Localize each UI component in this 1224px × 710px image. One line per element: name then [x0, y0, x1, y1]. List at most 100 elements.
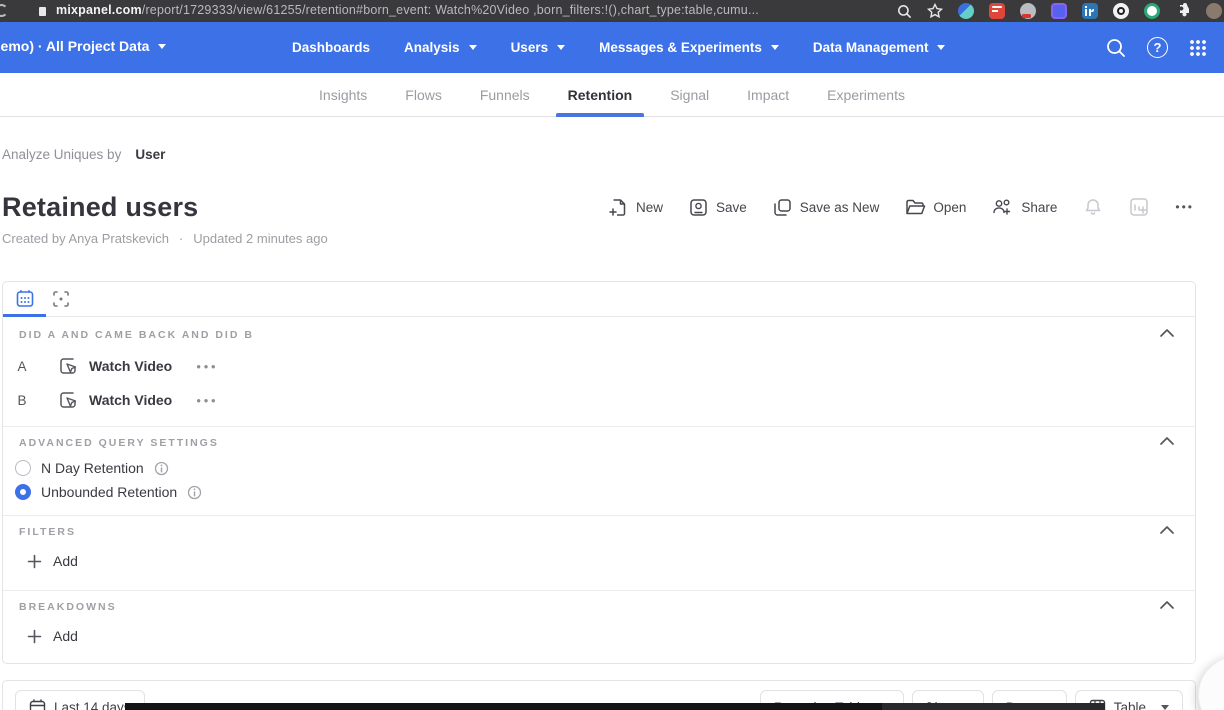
more-options-icon[interactable]: •••	[1175, 200, 1194, 214]
step-label: B	[15, 393, 29, 408]
chevron-down-icon	[771, 45, 779, 50]
info-icon[interactable]	[154, 461, 169, 476]
event-selector[interactable]: Watch Video	[57, 355, 172, 377]
query-builder-card: DID A AND CAME BACK AND DID B A Watch Vi…	[2, 281, 1196, 664]
new-button[interactable]: New	[609, 198, 663, 217]
nav-items: Dashboards Analysis Users Messages & Exp…	[292, 22, 945, 73]
extension-icon-1[interactable]	[958, 3, 974, 19]
save-button[interactable]: Save	[689, 198, 747, 217]
chevron-down-icon	[937, 45, 945, 50]
linkedin-icon[interactable]	[1082, 3, 1098, 19]
url-path: /report/1729333/view/61255/retention#bor…	[142, 3, 759, 17]
nav-right-icons: ?	[1105, 22, 1208, 73]
did-section-title: DID A AND CAME BACK AND DID B	[19, 329, 254, 341]
search-icon[interactable]	[897, 4, 912, 19]
chevron-down-icon	[1161, 705, 1169, 710]
event-options-icon[interactable]: ●●●	[196, 362, 218, 371]
collapse-section-icon[interactable]	[1159, 600, 1175, 610]
event-name: Watch Video	[89, 358, 172, 374]
nav-item-messages-experiments[interactable]: Messages & Experiments	[599, 40, 779, 55]
event-icon	[57, 355, 79, 377]
save-icon	[689, 198, 708, 217]
meta-separator: ·	[179, 231, 183, 246]
section-divider	[3, 426, 1195, 427]
step-row-b: B Watch Video ●●●	[15, 386, 218, 414]
new-report-icon	[609, 198, 628, 217]
extension-icon-6[interactable]	[1144, 3, 1160, 19]
builder-view-tabs	[3, 282, 1195, 317]
tab-retention[interactable]: Retention	[556, 73, 645, 117]
step-label: A	[15, 359, 29, 374]
tab-experiments[interactable]: Experiments	[815, 73, 917, 117]
chat-launcher-button[interactable]	[1198, 656, 1224, 710]
project-switcher[interactable]: demo) · All Project Data	[0, 38, 166, 54]
event-icon	[57, 389, 79, 411]
address-bar[interactable]: mixpanel.com/report/1729333/view/61255/r…	[56, 3, 759, 17]
info-icon[interactable]	[187, 485, 202, 500]
nav-item-analysis[interactable]: Analysis	[404, 40, 477, 55]
mixpanel-retention-page: mixpanel.com/report/1729333/view/61255/r…	[0, 0, 1224, 710]
add-to-board-icon[interactable]	[1129, 197, 1149, 217]
collapse-section-icon[interactable]	[1159, 525, 1175, 535]
section-divider	[3, 515, 1195, 516]
nav-item-data-management[interactable]: Data Management	[813, 40, 946, 55]
share-users-icon	[992, 198, 1013, 217]
event-selector[interactable]: Watch Video	[57, 389, 172, 411]
query-builder-tab-icon[interactable]	[15, 289, 35, 309]
plus-icon	[27, 629, 42, 644]
extension-icon-3[interactable]	[1020, 3, 1036, 19]
copy-icon	[773, 198, 792, 217]
analyze-label: Analyze Uniques by	[2, 147, 121, 162]
n-day-retention-option[interactable]: N Day Retention	[15, 460, 169, 476]
tab-funnels[interactable]: Funnels	[468, 73, 542, 117]
active-tab-underline	[3, 314, 46, 317]
puzzle-extensions-icon[interactable]	[1175, 3, 1191, 19]
unbounded-retention-option[interactable]: Unbounded Retention	[15, 484, 202, 500]
bottom-overlay-bar	[125, 703, 882, 710]
browser-toolbar-icons	[897, 2, 1222, 20]
open-button[interactable]: Open	[905, 198, 966, 217]
created-by: Created by Anya Pratskevich	[2, 231, 169, 246]
add-filter-button[interactable]: Add	[27, 553, 78, 569]
plus-icon	[27, 554, 42, 569]
browser-chrome-bar: mixpanel.com/report/1729333/view/61255/r…	[0, 0, 1224, 22]
site-info-icon[interactable]	[39, 7, 46, 16]
event-options-icon[interactable]: ●●●	[196, 396, 218, 405]
calendar-icon	[29, 699, 46, 710]
extension-icon-5[interactable]	[1113, 3, 1129, 19]
share-button[interactable]: Share	[992, 198, 1057, 217]
extension-icon-4[interactable]	[1051, 3, 1067, 19]
collapse-section-icon[interactable]	[1159, 328, 1175, 338]
bookmark-star-icon[interactable]	[927, 3, 943, 19]
apps-grid-icon[interactable]	[1188, 38, 1208, 58]
nav-item-dashboards[interactable]: Dashboards	[292, 40, 370, 55]
url-domain: mixpanel.com	[56, 3, 142, 17]
report-meta: Created by Anya Pratskevich · Updated 2 …	[2, 231, 328, 246]
section-divider	[3, 590, 1195, 591]
step-row-a: A Watch Video ●●●	[15, 352, 218, 380]
search-icon[interactable]	[1105, 37, 1127, 59]
focus-view-tab-icon[interactable]	[51, 289, 71, 309]
save-as-new-button[interactable]: Save as New	[773, 198, 880, 217]
analyze-entity-selector[interactable]: User	[135, 147, 165, 162]
tab-signal[interactable]: Signal	[658, 73, 721, 117]
tab-insights[interactable]: Insights	[307, 73, 379, 117]
help-icon[interactable]: ?	[1147, 37, 1168, 58]
reload-icon[interactable]	[0, 4, 8, 17]
breakdowns-title: BREAKDOWNS	[19, 601, 117, 613]
extension-icon-2[interactable]	[989, 3, 1005, 19]
alerts-bell-icon[interactable]	[1083, 197, 1103, 217]
radio-selected-icon	[15, 484, 31, 500]
collapse-section-icon[interactable]	[1159, 436, 1175, 446]
chevron-down-icon	[557, 45, 565, 50]
nav-item-users[interactable]: Users	[511, 40, 566, 55]
report-tab-bar: Insights Flows Funnels Retention Signal …	[0, 73, 1224, 117]
add-breakdown-button[interactable]: Add	[27, 628, 78, 644]
tab-flows[interactable]: Flows	[393, 73, 454, 117]
filters-title: FILTERS	[19, 526, 76, 538]
tab-impact[interactable]: Impact	[735, 73, 801, 117]
advanced-settings-title: ADVANCED QUERY SETTINGS	[19, 437, 219, 449]
profile-avatar[interactable]	[1206, 3, 1222, 19]
chevron-down-icon	[158, 44, 166, 49]
event-name: Watch Video	[89, 392, 172, 408]
